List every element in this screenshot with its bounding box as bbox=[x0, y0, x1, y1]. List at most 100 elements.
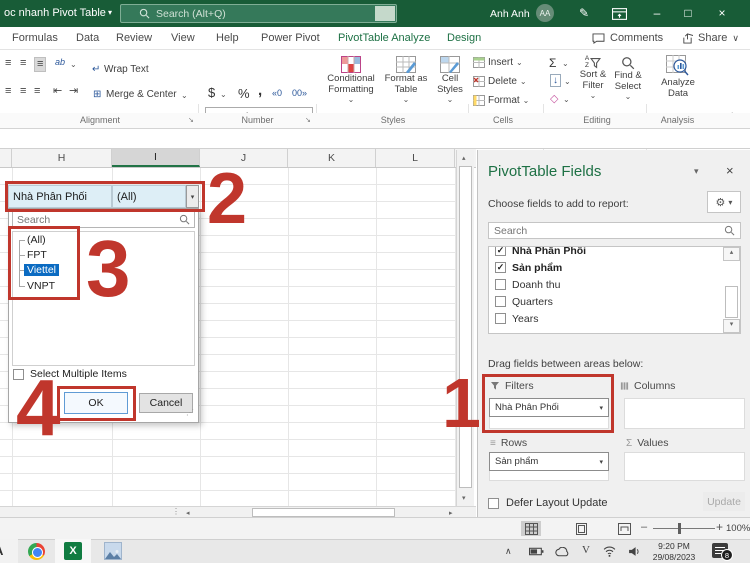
autosum-dropdown-icon[interactable]: ⌄ bbox=[562, 59, 569, 68]
column-header-k[interactable]: K bbox=[288, 149, 376, 167]
restore-button[interactable]: □ bbox=[676, 6, 700, 20]
field-checkbox[interactable]: ✓ bbox=[495, 279, 506, 290]
orientation-icon[interactable]: ab bbox=[55, 57, 65, 67]
delete-button[interactable]: Delete ⌄ bbox=[473, 76, 527, 87]
excel-taskbar-tile[interactable]: X bbox=[55, 539, 91, 563]
field-checkbox[interactable]: ✓ bbox=[495, 262, 506, 273]
accounting-dropdown-icon[interactable]: ⌄ bbox=[220, 90, 227, 99]
field-years[interactable]: ✓ Years bbox=[495, 310, 538, 327]
pane-split-handle[interactable]: ⋮ bbox=[172, 507, 180, 516]
align-right-icon[interactable]: ≡ bbox=[34, 86, 40, 97]
format-as-table-button[interactable]: Format as Table ⌄ bbox=[384, 56, 428, 105]
scroll-up-icon[interactable]: ▴ bbox=[462, 154, 466, 162]
percent-style-icon[interactable]: % bbox=[238, 86, 250, 101]
v-app-icon[interactable]: V bbox=[582, 544, 590, 556]
zoom-in-button[interactable]: + bbox=[716, 520, 723, 534]
taskbar-clock[interactable]: 9:20 PM 29/08/2023 bbox=[648, 541, 700, 562]
fields-scroll-down-icon[interactable]: ▾ bbox=[723, 319, 740, 333]
column-header-partial[interactable] bbox=[0, 149, 12, 167]
increase-decimal-icon[interactable]: «0 bbox=[272, 88, 282, 98]
panel-menu-icon[interactable]: ▾ bbox=[694, 166, 699, 177]
fields-scroll-up-icon[interactable]: ▴ bbox=[723, 247, 740, 261]
fields-search-input[interactable] bbox=[494, 224, 724, 237]
field-doanh-thu[interactable]: ✓ Doanh thu bbox=[495, 276, 560, 293]
comments-button[interactable]: Comments bbox=[592, 32, 663, 44]
zoom-slider-thumb[interactable] bbox=[678, 523, 681, 534]
normal-view-button[interactable] bbox=[521, 521, 541, 536]
battery-icon[interactable] bbox=[529, 547, 544, 556]
avatar[interactable]: AA bbox=[536, 4, 554, 22]
page-layout-view-button[interactable] bbox=[571, 521, 591, 536]
columns-area[interactable] bbox=[624, 398, 745, 429]
field-checkbox[interactable]: ✓ bbox=[495, 247, 506, 256]
tab-view[interactable]: View bbox=[171, 32, 195, 44]
wifi-icon[interactable] bbox=[603, 546, 616, 557]
increase-indent-icon[interactable]: ⇥ bbox=[69, 86, 78, 97]
cell-styles-button[interactable]: Cell Styles ⌄ bbox=[430, 56, 470, 105]
onedrive-cloud-icon[interactable] bbox=[555, 547, 570, 557]
title-dropdown-icon[interactable]: ▾ bbox=[108, 8, 112, 17]
page-break-view-button[interactable] bbox=[614, 521, 634, 536]
pen-icon[interactable]: ✎ bbox=[579, 6, 589, 20]
format-button[interactable]: Format ⌄ bbox=[473, 95, 529, 106]
speaker-icon[interactable] bbox=[628, 546, 641, 557]
update-button[interactable]: Update bbox=[703, 492, 745, 511]
tab-data[interactable]: Data bbox=[76, 32, 99, 44]
align-top-icon[interactable]: ≡ bbox=[5, 58, 11, 69]
scroll-right-icon[interactable]: ▸ bbox=[449, 509, 453, 517]
column-header-i[interactable]: I bbox=[112, 149, 200, 167]
field-san-pham[interactable]: ✓ Sản phẩm bbox=[495, 259, 562, 276]
scroll-left-icon[interactable]: ◂ bbox=[186, 509, 190, 517]
vertical-scrollbar[interactable]: ▴ ▾ bbox=[456, 150, 474, 506]
zoom-level[interactable]: 100% bbox=[726, 523, 750, 534]
hidden-icons-chevron[interactable]: ∧ bbox=[505, 546, 512, 557]
conditional-formatting-button[interactable]: Conditional Formatting ⌄ bbox=[322, 56, 380, 105]
comma-style-icon[interactable]: , bbox=[258, 82, 262, 99]
fields-scroll-thumb[interactable] bbox=[725, 286, 738, 318]
panel-close-icon[interactable]: × bbox=[726, 163, 734, 178]
orientation-dropdown-icon[interactable]: ⌄ bbox=[70, 60, 77, 69]
horizontal-scrollbar[interactable]: ⋮ ◂ ▸ bbox=[0, 506, 476, 517]
merge-center-button[interactable]: Merge & Center bbox=[106, 89, 177, 100]
search-input[interactable] bbox=[156, 7, 396, 20]
tools-button[interactable]: ⚙ ▾ bbox=[707, 191, 741, 213]
decrease-indent-icon[interactable]: ⇤ bbox=[53, 86, 62, 97]
decrease-decimal-icon[interactable]: 00» bbox=[292, 88, 307, 98]
tab-review[interactable]: Review bbox=[116, 32, 152, 44]
find-select-button[interactable]: Find & Select ⌄ bbox=[612, 56, 644, 102]
zoom-out-button[interactable]: – bbox=[641, 521, 647, 533]
alignment-dialog-launcher-icon[interactable]: ↘ bbox=[188, 116, 194, 124]
field-checkbox[interactable]: ✓ bbox=[495, 296, 506, 307]
accounting-format-icon[interactable]: $ bbox=[208, 85, 215, 100]
defer-layout-checkbox[interactable]: ✓ bbox=[488, 498, 499, 509]
fill-icon[interactable]: ↓ bbox=[550, 74, 561, 87]
cancel-button[interactable]: Cancel bbox=[139, 393, 193, 413]
fields-search-box[interactable] bbox=[488, 222, 741, 239]
rows-field-pill[interactable]: Sản phẩm ▾ bbox=[489, 452, 609, 471]
close-button[interactable]: × bbox=[710, 6, 734, 20]
insert-button[interactable]: Insert ⌄ bbox=[473, 57, 523, 68]
align-left-icon[interactable]: ≡ bbox=[5, 86, 11, 97]
tab-power-pivot[interactable]: Power Pivot bbox=[261, 32, 320, 44]
chrome-icon[interactable] bbox=[28, 543, 45, 560]
fill-dropdown-icon[interactable]: ⌄ bbox=[564, 77, 571, 86]
resize-grip-icon[interactable]: ⋰ bbox=[186, 408, 194, 417]
share-button[interactable]: Share ∨ bbox=[682, 32, 739, 44]
values-area[interactable] bbox=[624, 452, 745, 481]
ribbon-display-options-icon[interactable] bbox=[612, 8, 627, 20]
user-name[interactable]: Anh Anh bbox=[490, 8, 530, 20]
tab-formulas[interactable]: Formulas bbox=[12, 32, 58, 44]
align-bottom-icon[interactable]: ≡ bbox=[34, 57, 47, 72]
clear-icon[interactable]: ◇ bbox=[550, 92, 558, 105]
tab-design[interactable]: Design bbox=[447, 32, 481, 44]
column-header-h[interactable]: H bbox=[12, 149, 112, 167]
photos-icon[interactable] bbox=[104, 542, 122, 560]
sort-filter-button[interactable]: AZ Sort & Filter ⌄ bbox=[576, 55, 610, 101]
align-middle-icon[interactable]: ≡ bbox=[20, 58, 26, 69]
tab-help[interactable]: Help bbox=[216, 32, 239, 44]
wrap-text-button[interactable]: Wrap Text bbox=[104, 64, 149, 75]
analyze-data-button[interactable]: Analyze Data bbox=[654, 55, 702, 99]
partial-app-tile[interactable]: A bbox=[0, 539, 18, 563]
field-nha-phan-phoi[interactable]: ✓ Nhà Phân Phối bbox=[495, 247, 586, 259]
scroll-down-icon[interactable]: ▾ bbox=[462, 494, 466, 502]
